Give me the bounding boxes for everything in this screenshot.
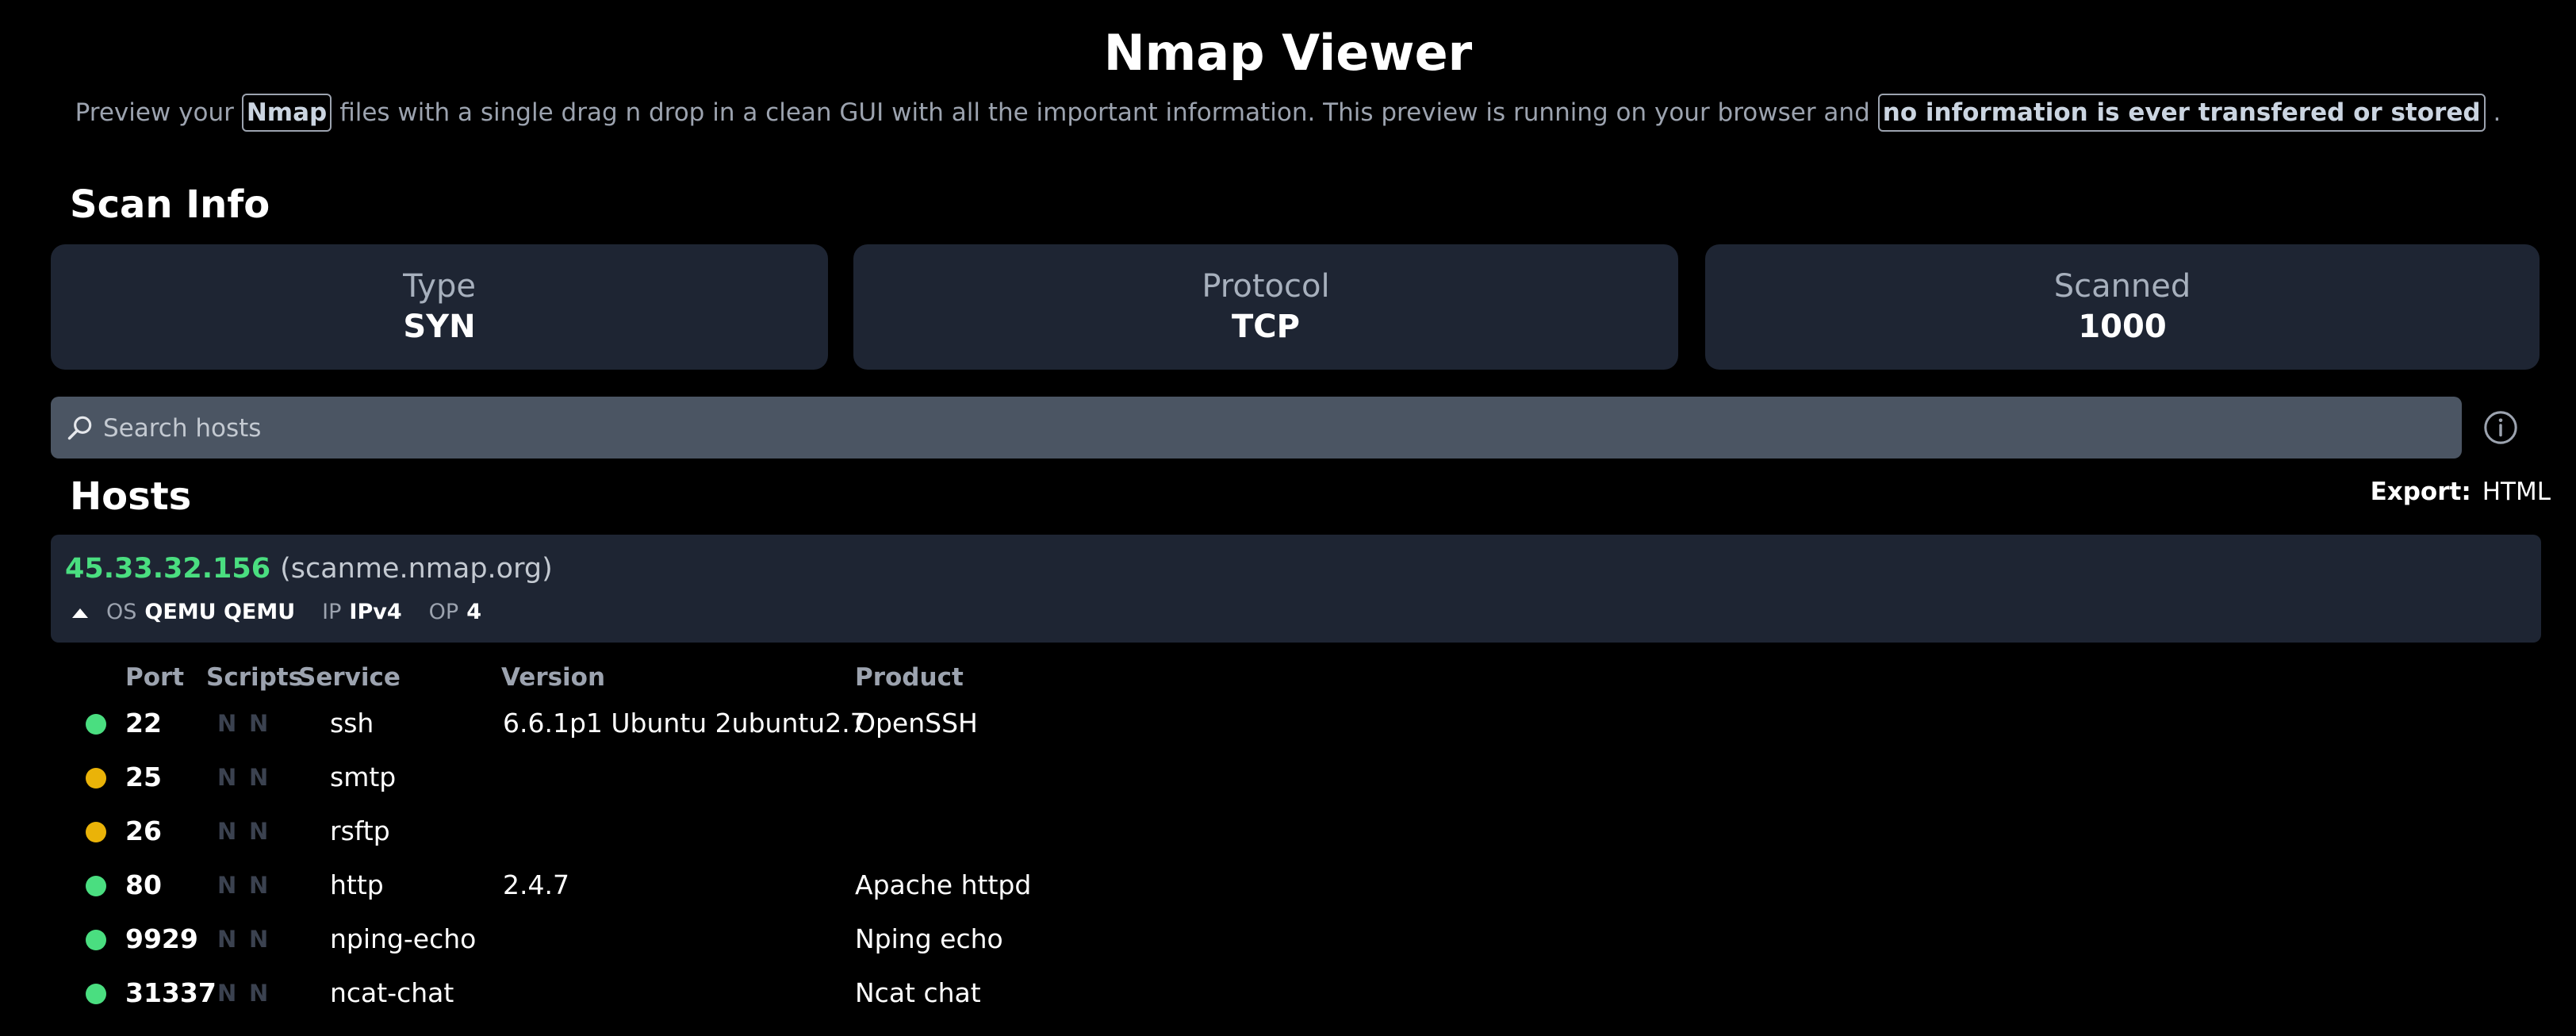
privacy-highlight: no information is ever transfered or sto… [1877,94,2486,132]
protocol-card: Protocol TCP [853,244,1678,370]
export-control: Export: HTML [2371,474,2551,509]
scanned-card: Scanned 1000 [1705,244,2540,370]
host-meta: OS QEMU QEMU IP IPv4 OP 4 [71,597,508,628]
ip-version-value: IPv4 [349,600,402,624]
script-indicator: N [217,818,237,845]
page-title: Nmap Viewer [1103,24,1473,82]
port-service: http [330,869,384,900]
script-indicator: N [217,764,237,791]
hosts-heading: Hosts [70,474,192,519]
port-number: 31337 [125,977,217,1008]
os-value: QEMU QEMU [144,600,296,624]
ip-version-label: IP [322,600,342,624]
table-row: 31337 N N ncat-chat Ncat chat [0,966,2576,1020]
port-service: nping-echo [330,923,477,954]
page-subtitle: Preview your Nmap files with a single drag… [0,94,2576,132]
script-indicator: N [217,980,237,1007]
caret-up-icon[interactable] [71,608,89,619]
protocol-label: Protocol [1202,268,1330,305]
port-number: 80 [125,869,162,900]
port-state-dot [86,822,106,842]
port-number: 25 [125,762,162,792]
table-row: 9929 N N nping-echo Nping echo [0,912,2576,966]
export-html-link[interactable]: HTML [2482,478,2551,506]
page: Nmap Viewer Preview your Nmap files with a… [0,0,2576,1036]
script-indicator: N [249,818,269,845]
port-service: smtp [330,762,397,792]
scan-info-heading: Scan Info [70,182,270,227]
port-state-dot [86,876,106,896]
port-column-header: Port [125,663,185,692]
export-label: Export: [2370,478,2471,506]
subtitle-text-end: . [2493,98,2501,127]
port-product: Nping echo [855,923,1003,954]
port-version: 6.6.1p1 Ubuntu 2ubuntu2.7 [503,708,867,739]
search-input[interactable] [102,397,2452,460]
port-product: Ncat chat [855,977,981,1008]
port-number: 9929 [125,923,198,954]
script-indicator: N [217,710,237,737]
script-indicator: N [249,710,269,737]
port-number: 26 [125,815,162,846]
service-column-header: Service [298,663,401,692]
port-state-dot [86,930,106,950]
search-icon [67,416,92,440]
port-state-dot [86,768,106,789]
script-indicator: N [249,980,269,1007]
subtitle-text-middle: files with a single drag n drop in a cle… [339,98,1870,127]
table-row: 25 N N smtp [0,750,2576,804]
port-state-dot [86,984,106,1004]
table-row: 26 N N rsftp [0,804,2576,858]
port-product: Apache httpd [855,869,1032,900]
scan-type-card: Type SYN [51,244,828,370]
port-service: rsftp [330,815,390,846]
subtitle-text-start: Preview your [75,98,234,127]
table-row: 22 N N ssh 6.6.1p1 Ubuntu 2ubuntu2.7 Ope… [0,696,2576,750]
host-card[interactable]: 45.33.32.156 (scanme.nmap.org) OS QEMU QEM… [51,535,2541,643]
version-column-header: Version [501,663,606,692]
host-header: 45.33.32.156 (scanme.nmap.org) [65,551,553,587]
protocol-value: TCP [1232,309,1300,345]
port-number: 22 [125,708,162,739]
open-ports-value: 4 [466,600,481,624]
host-ip[interactable]: 45.33.32.156 [65,553,270,585]
product-column-header: Product [855,663,964,692]
script-indicator: N [249,926,269,953]
nmap-highlight: Nmap [241,94,332,132]
search-bar[interactable] [51,397,2462,460]
scan-type-label: Type [403,268,476,305]
port-service: ncat-chat [330,977,454,1008]
port-product: OpenSSH [855,708,978,739]
scripts-column-header: Scripts [206,663,304,692]
script-indicator: N [249,872,269,899]
script-indicator: N [217,872,237,899]
script-indicator: N [217,926,237,953]
scan-type-value: SYN [403,309,476,345]
port-version: 2.4.7 [503,869,569,900]
port-service: ssh [330,708,374,739]
host-hostname: (scanme.nmap.org) [280,553,553,585]
scanned-label: Scanned [2053,268,2191,305]
open-ports-label: OP [428,600,459,624]
os-label: OS [106,600,137,624]
info-icon[interactable] [2482,409,2519,446]
port-state-dot [86,714,106,735]
script-indicator: N [249,764,269,791]
table-row: 80 N N http 2.4.7 Apache httpd [0,858,2576,912]
scanned-value: 1000 [2078,309,2167,345]
